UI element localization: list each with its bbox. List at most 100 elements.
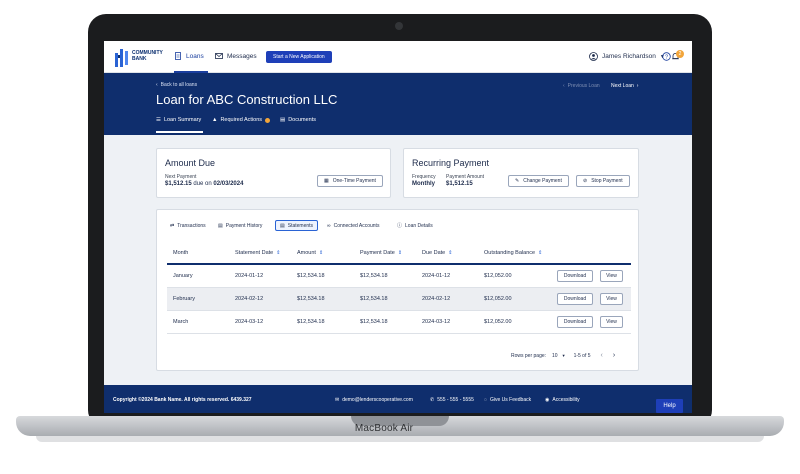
download-button[interactable]: Download [557,293,593,305]
view-button[interactable]: View [600,316,623,328]
column-statement-date[interactable]: Statement Date ⇕ [235,250,280,256]
link-icon: ∞ [327,222,331,229]
accessibility-icon: ◉ [545,397,550,403]
column-outstanding-balance[interactable]: Outstanding Balance ⇕ [484,250,542,256]
email-link[interactable]: ✉ demo@lenderscooperative.com [335,397,413,403]
cell-statement-date: 2024-03-12 [235,319,264,325]
cell-balance: $12,052.00 [484,296,512,302]
tab-documents[interactable]: ▤ Documents [280,117,316,123]
accessibility-link[interactable]: ◉ Accessibility [545,397,580,403]
new-application-button[interactable]: Start a New Application [266,51,332,63]
document-icon [175,52,181,60]
sort-icon: ⇕ [397,250,403,256]
logo-mark-icon [115,49,128,67]
nav-messages-label: Messages [227,52,257,60]
nav-loans-label: Loans [186,52,204,60]
chevron-left-icon: ‹ [156,82,158,88]
view-button[interactable]: View [600,270,623,282]
cell-amount: $12,534.18 [297,319,325,325]
tab-required-actions[interactable]: ▲ Required Actions [212,117,271,123]
phone-icon: ✆ [430,397,435,403]
tab-active-indicator [156,131,203,133]
alert-dot-icon [265,117,271,123]
pagination: Rows per page: 10 ▼ 1-5 of 5 ‹ › [511,352,615,359]
swap-icon: ⇄ [170,222,175,229]
download-button[interactable]: Download [557,270,593,282]
prev-page-icon[interactable]: ‹ [601,352,603,359]
back-to-loans-link[interactable]: ‹ Back to all loans [156,82,197,88]
help-icon[interactable]: ? [662,52,671,61]
tab-loan-summary[interactable]: ☰ Loan Summary [156,117,201,123]
due-on-text: due on [193,181,212,187]
camera-dot [395,22,403,30]
rows-per-page-select[interactable]: 10 ▼ [552,353,566,359]
view-button[interactable]: View [600,293,623,305]
column-payment-date[interactable]: Payment Date ⇕ [360,250,402,256]
one-time-payment-button[interactable]: ▦ One-Time Payment [317,175,383,187]
payment-amount-label: Payment Amount [446,174,485,180]
help-button[interactable]: Help [656,399,683,413]
amount-due-card: Amount Due Next Payment $1,512.15 due on… [156,148,391,198]
notification-badge: 2 [676,50,684,58]
laptop-shadow [36,436,764,442]
feedback-link[interactable]: ◌ Give Us Feedback [484,397,531,403]
device-label: MacBook Air [354,423,414,434]
app-screen: COMMUNITY BANK Loans Messages Start a Ne… [104,41,692,413]
bank-logo[interactable]: COMMUNITY BANK [114,47,170,69]
cell-amount: $12,534.18 [297,273,325,279]
chevron-down-icon: ▼ [561,353,566,358]
chat-icon: ◌ [484,397,487,403]
change-payment-button[interactable]: ✎ Change Payment [508,175,569,187]
chevron-right-icon: › [636,83,639,89]
sort-icon: ⇕ [448,250,453,256]
stop-payment-button[interactable]: ⊘ Stop Payment [576,175,630,187]
table-row: March 2024-03-12 $12,534.18 $12,534.18 2… [167,311,631,334]
cell-due-date: 2024-03-12 [422,319,451,325]
column-month[interactable]: Month [173,250,188,256]
download-button[interactable]: Download [557,316,593,328]
phone-link[interactable]: ✆ 555 - 555 - 5555 [430,397,474,403]
column-amount[interactable]: Amount ⇕ [297,250,323,256]
frequency-label: Frequency [412,174,436,180]
user-menu[interactable]: James Richardson ▼ [589,52,665,61]
sort-icon: ⇕ [276,250,281,256]
nav-messages[interactable]: Messages [215,52,257,60]
cell-payment-date: $12,534.18 [360,296,388,302]
cell-due-date: 2024-02-12 [422,296,451,302]
next-payment-amount: $1,512.15 [165,181,192,187]
sort-icon: ⇕ [538,250,543,256]
pencil-icon: ✎ [515,178,520,184]
cell-balance: $12,052.00 [484,319,512,325]
statement-icon: ▤ [280,222,285,229]
page-range: 1-5 of 5 [573,352,591,359]
stop-icon: ⊘ [583,178,588,184]
user-avatar-icon [589,52,598,61]
cell-statement-date: 2024-01-12 [235,273,264,279]
file-icon: ▤ [280,117,286,123]
tab-connected-accounts[interactable]: ∞ Connected Accounts [322,220,384,231]
nav-loans[interactable]: Loans [174,52,204,60]
tab-loan-details[interactable]: ⓘ Loan Details [392,220,438,231]
column-due-date[interactable]: Due Date ⇕ [422,250,452,256]
tab-payment-history[interactable]: ▤ Payment History [213,220,267,231]
payment-amount-value: $1,512.15 [446,181,473,187]
mail-icon: ✉ [335,397,340,403]
recurring-payment-card: Recurring Payment Frequency Monthly Paym… [403,148,639,198]
next-loan-link[interactable]: Next Loan › [611,83,638,89]
cell-statement-date: 2024-02-12 [235,296,264,302]
cell-month: March [173,319,189,325]
next-page-icon[interactable]: › [613,352,615,359]
next-payment-line: $1,512.15 due on 02/03/2024 [165,181,243,187]
table-row: January 2024-01-12 $12,534.18 $12,534.18… [167,265,631,288]
table-row: February 2024-02-12 $12,534.18 $12,534.1… [167,288,631,311]
logo-text: COMMUNITY BANK [132,50,163,62]
recurring-title: Recurring Payment [412,158,490,168]
tab-transactions[interactable]: ⇄ Transactions [165,220,211,231]
loan-header: ‹ Back to all loans Loan for ABC Constru… [104,73,692,135]
chevron-left-icon: ‹ [563,83,565,89]
frequency-value: Monthly [412,181,435,187]
warning-icon: ▲ [212,117,218,123]
previous-loan-link[interactable]: ‹ Previous Loan [563,83,600,89]
cell-month: January [173,273,193,279]
tab-statements[interactable]: ▤ Statements [275,220,319,231]
